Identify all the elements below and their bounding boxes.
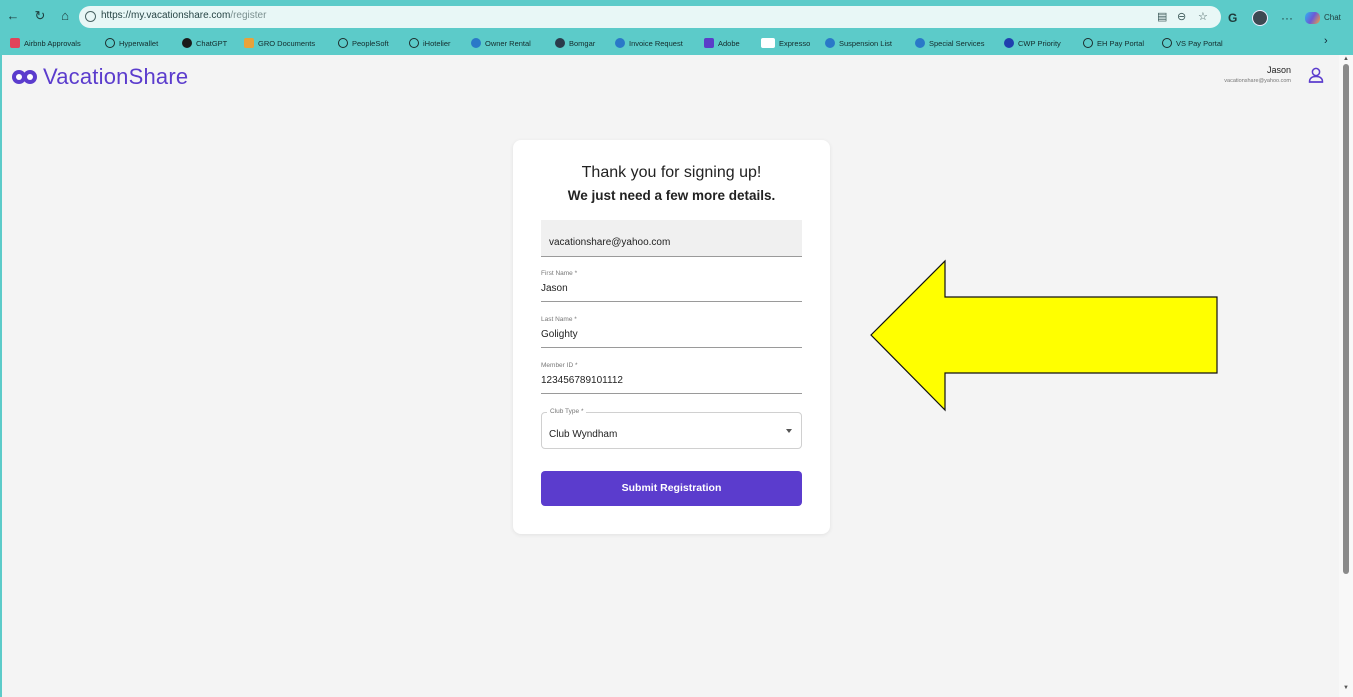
- cloud-icon: [915, 38, 925, 48]
- bookmark-suspension-list[interactable]: Suspension List: [825, 35, 892, 51]
- page-subtitle: We just need a few more details.: [567, 188, 776, 203]
- reload-icon[interactable]: ↻: [32, 8, 48, 24]
- email-field[interactable]: vacationshare@yahoo.com: [541, 220, 802, 257]
- address-bar-row: ← ↻ ⌂ https://my.vacationshare.com/regis…: [0, 4, 1353, 30]
- first-name-field[interactable]: First Name * Jason: [541, 270, 802, 302]
- bookmark-chatgpt[interactable]: ChatGPT: [182, 35, 227, 51]
- bookmark-invoice-request[interactable]: Invoice Request: [615, 35, 683, 51]
- reader-mode-icon[interactable]: ▤: [1157, 10, 1167, 23]
- page-title: Thank you for signing up!: [581, 164, 762, 181]
- bomgar-icon: [555, 38, 565, 48]
- cloud-icon: [471, 38, 481, 48]
- copilot-icon[interactable]: [1305, 12, 1320, 24]
- email-value: vacationshare@yahoo.com: [549, 237, 671, 248]
- account-icon[interactable]: [1307, 66, 1325, 84]
- bookmark-airbnb-approvals[interactable]: Airbnb Approvals: [10, 35, 81, 51]
- bookmark-bomgar[interactable]: Bomgar: [555, 35, 595, 51]
- site-info-icon[interactable]: [85, 11, 96, 22]
- first-name-label: First Name *: [541, 270, 578, 277]
- bookmark-eh-pay-portal[interactable]: EH Pay Portal: [1083, 35, 1144, 51]
- back-icon[interactable]: ←: [5, 8, 21, 24]
- logo-text: VacationShare: [43, 64, 189, 89]
- cloud-icon: [615, 38, 625, 48]
- annotation-arrow: [870, 259, 1218, 412]
- member-id-value: 123456789101112: [541, 375, 623, 386]
- submit-registration-button[interactable]: Submit Registration: [541, 471, 802, 506]
- vacationshare-logo[interactable]: VacationShare: [12, 64, 189, 89]
- globe-icon: [1162, 38, 1172, 48]
- globe-icon: [1083, 38, 1093, 48]
- logo-heart-icon: [12, 68, 38, 86]
- url-text: https://my.vacationshare.com/register: [101, 10, 267, 21]
- dropdown-caret-icon[interactable]: [786, 429, 792, 433]
- cloud-icon: [825, 38, 835, 48]
- member-id-field[interactable]: Member ID * 123456789101112: [541, 362, 802, 394]
- bookmark-special-services[interactable]: Special Services: [915, 35, 984, 51]
- last-name-field[interactable]: Last Name * Golighty: [541, 316, 802, 348]
- bookmark-hyperwallet[interactable]: Hyperwallet: [105, 35, 158, 51]
- cwp-icon: [1004, 38, 1014, 48]
- bookmark-owner-rental[interactable]: Owner Rental: [471, 35, 531, 51]
- zoom-icon[interactable]: ⊖: [1177, 10, 1186, 23]
- scroll-down-arrow-icon[interactable]: ▼: [1343, 685, 1349, 691]
- chatgpt-icon: [182, 38, 192, 48]
- vertical-scrollbar[interactable]: ▲ ▼: [1339, 55, 1353, 697]
- member-id-label: Member ID *: [541, 362, 578, 369]
- grammarly-icon[interactable]: G: [1228, 11, 1237, 25]
- browser-toolbar: ← ↻ ⌂ https://my.vacationshare.com/regis…: [0, 0, 1353, 55]
- doc-icon: [761, 38, 775, 48]
- club-type-select[interactable]: Club Type * Club Wyndham: [541, 408, 802, 449]
- globe-icon: [105, 38, 115, 48]
- first-name-value: Jason: [541, 283, 568, 294]
- bookmarks-overflow-chevron-icon[interactable]: ›: [1324, 35, 1328, 47]
- url-input[interactable]: https://my.vacationshare.com/register ▤ …: [79, 6, 1221, 28]
- grid-icon: [244, 38, 254, 48]
- profile-avatar[interactable]: [1252, 10, 1268, 26]
- registration-card: Thank you for signing up! We just need a…: [513, 140, 830, 534]
- bookmark-adobe[interactable]: Adobe: [704, 35, 740, 51]
- globe-icon: [409, 38, 419, 48]
- bookmarks-bar: Airbnb Approvals Hyperwallet ChatGPT GRO…: [0, 35, 1353, 51]
- bookmark-expresso[interactable]: Expresso: [761, 35, 810, 51]
- bookmark-gro-documents[interactable]: GRO Documents: [244, 35, 315, 51]
- chat-label[interactable]: Chat: [1324, 13, 1341, 22]
- scroll-up-arrow-icon[interactable]: ▲: [1343, 56, 1349, 62]
- adobe-icon: [704, 38, 714, 48]
- club-type-label: Club Type *: [547, 408, 587, 415]
- home-icon[interactable]: ⌂: [57, 8, 73, 24]
- bookmark-cwp-priority[interactable]: CWP Priority: [1004, 35, 1061, 51]
- bookmark-vs-pay-portal[interactable]: VS Pay Portal: [1162, 35, 1223, 51]
- more-menu-icon[interactable]: ···: [1281, 11, 1293, 25]
- airbnb-icon: [10, 38, 20, 48]
- globe-icon: [338, 38, 348, 48]
- favorite-star-icon[interactable]: ☆: [1198, 10, 1208, 23]
- bookmark-ihotelier[interactable]: iHotelier: [409, 35, 451, 51]
- last-name-value: Golighty: [541, 329, 578, 340]
- user-name: Jason: [1266, 65, 1291, 75]
- bookmark-peoplesoft[interactable]: PeopleSoft: [338, 35, 389, 51]
- scrollbar-thumb[interactable]: [1343, 64, 1349, 574]
- user-email: vacationshare@yahoo.com: [1224, 78, 1291, 84]
- last-name-label: Last Name *: [541, 316, 577, 323]
- club-type-value: Club Wyndham: [549, 429, 618, 440]
